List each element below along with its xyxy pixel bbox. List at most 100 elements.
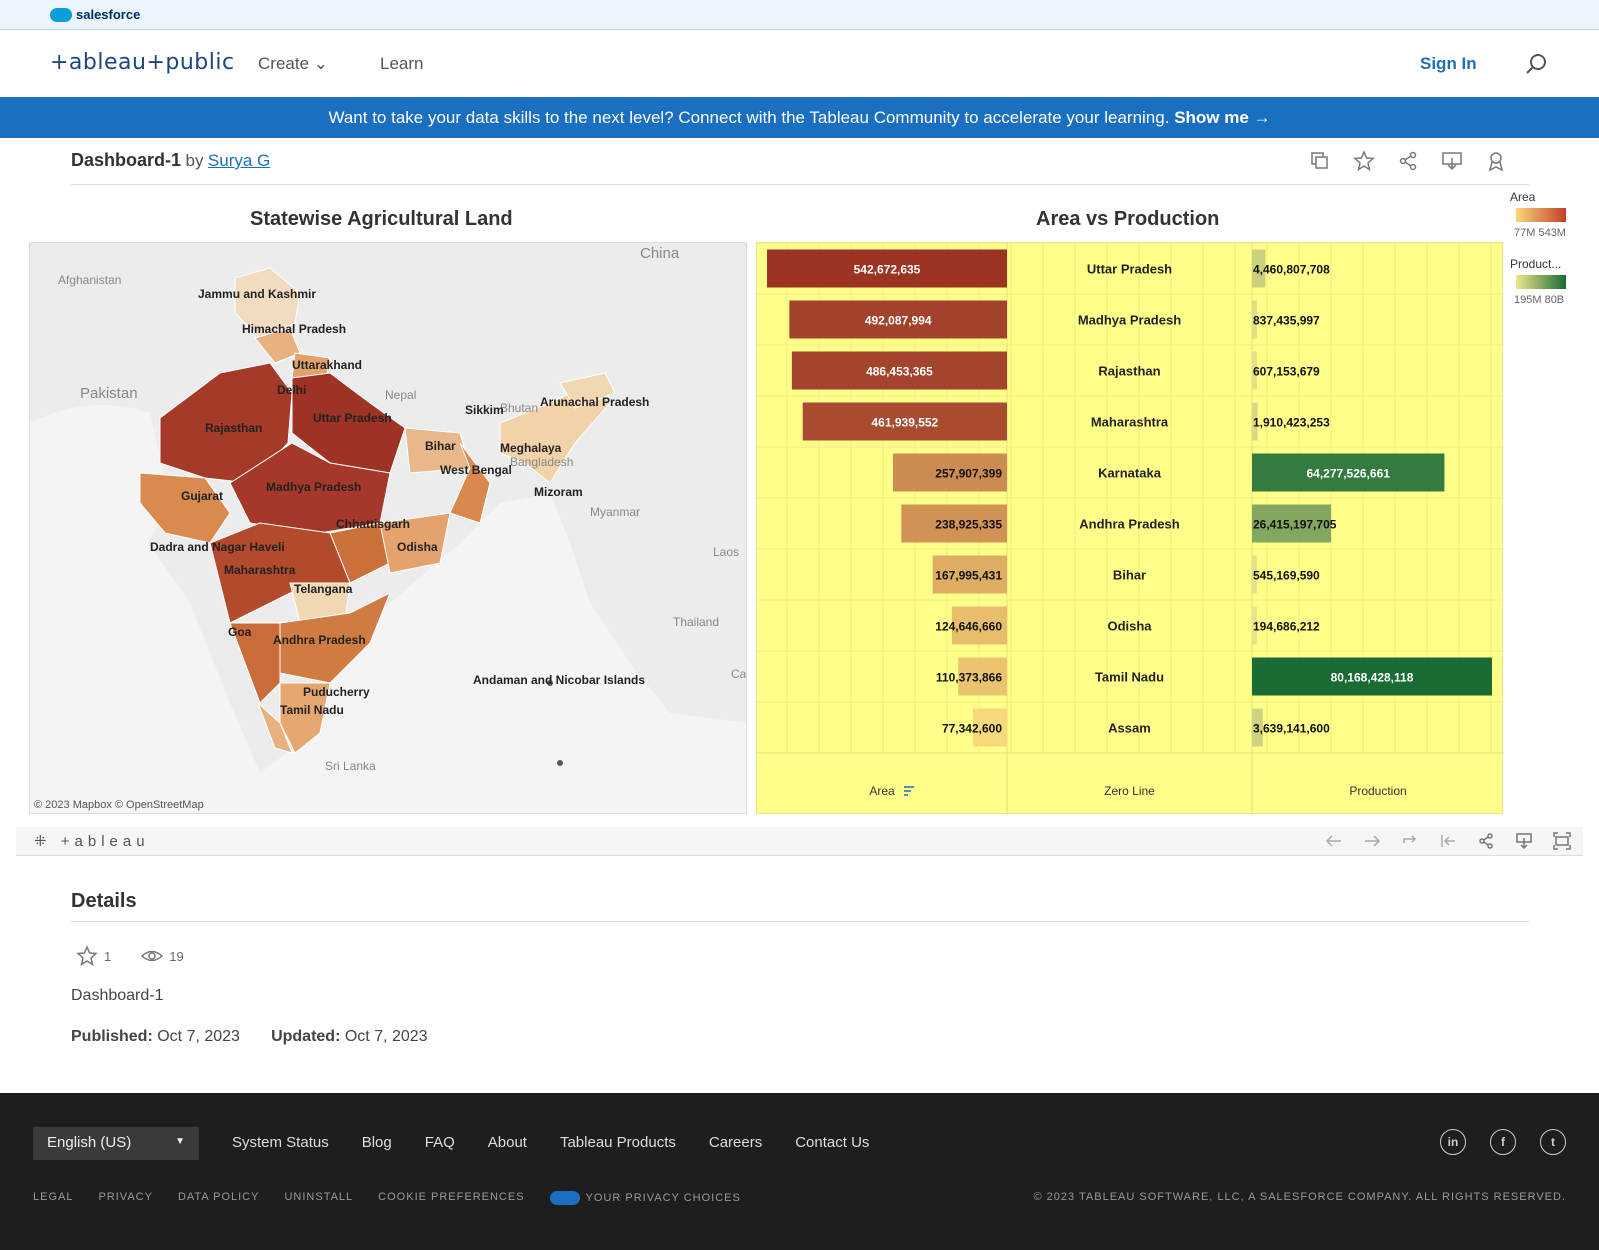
footer-link-faq[interactable]: FAQ	[425, 1134, 455, 1151]
state-label: Tamil Nadu	[280, 703, 344, 717]
uninstall-link[interactable]: UNINSTALL	[284, 1191, 353, 1205]
state-label: Maharashtra	[224, 563, 296, 577]
state-label: Madhya Pradesh	[266, 480, 362, 494]
production-value-label: 64,277,526,661	[1307, 467, 1391, 481]
category-label: Madhya Pradesh	[1078, 313, 1181, 328]
nicobar-island	[557, 760, 563, 766]
legend-prod-ramp	[1516, 275, 1566, 289]
banner-cta[interactable]: Show me →	[1174, 108, 1270, 127]
caret-down-icon: ▼	[175, 1136, 185, 1147]
category-label: Maharashtra	[1091, 415, 1169, 430]
tableau-logo-text: +ableau	[60, 833, 150, 850]
area-value-label: 542,672,635	[854, 263, 921, 277]
star-icon[interactable]	[76, 945, 98, 967]
tableau-toolbar-logo[interactable]: ⁜ +ableau	[34, 832, 150, 850]
privacy-toggle-icon	[549, 1191, 580, 1205]
area-value-label: 167,995,431	[935, 569, 1002, 583]
category-label: Bihar	[1113, 568, 1146, 583]
facebook-icon[interactable]: f	[1490, 1129, 1516, 1155]
nav-learn[interactable]: Learn	[380, 54, 423, 74]
area-value-label: 124,646,660	[935, 620, 1002, 634]
viz-stats: 1 19	[76, 945, 184, 967]
production-value-label: 4,460,807,708	[1253, 263, 1330, 277]
footer-link-system-status[interactable]: System Status	[232, 1134, 329, 1151]
country-label-afghanistan: Afghanistan	[58, 273, 122, 287]
state-label: Arunachal Pradesh	[540, 395, 650, 409]
state-label: Telangana	[294, 582, 353, 596]
india-map[interactable]: China Afghanistan Pakistan Nepal Bhutan …	[29, 242, 747, 814]
category-label: Karnataka	[1098, 466, 1162, 481]
footer-link-tableau-products[interactable]: Tableau Products	[560, 1134, 676, 1151]
published-label: Published:	[71, 1028, 153, 1045]
share-icon[interactable]	[1477, 832, 1495, 850]
sort-icon[interactable]	[904, 786, 914, 796]
legal-link[interactable]: LEGAL	[33, 1191, 73, 1205]
footer-link-blog[interactable]: Blog	[362, 1134, 392, 1151]
footer-link-about[interactable]: About	[488, 1134, 527, 1151]
language-value: English (US)	[47, 1134, 132, 1151]
salesforce-bar: salesforce	[0, 0, 1599, 30]
sign-in-link[interactable]: Sign In	[1420, 54, 1477, 74]
area-value-label: 77,342,600	[942, 722, 1002, 736]
share-icon[interactable]	[1397, 150, 1419, 172]
state-label: Mizoram	[534, 485, 583, 499]
state-label: Rajasthan	[205, 421, 263, 435]
toolbar-icons	[1325, 832, 1571, 850]
redo-icon[interactable]	[1363, 832, 1381, 850]
viz-author-link[interactable]: Surya G	[208, 151, 270, 170]
cookie-preferences-link[interactable]: COOKIE PREFERENCES	[378, 1191, 524, 1205]
state-label: Uttarakhand	[292, 358, 363, 372]
award-icon[interactable]	[1485, 150, 1507, 172]
banner-text: Want to take your data skills to the nex…	[328, 108, 1170, 127]
country-label-laos: Laos	[713, 545, 740, 559]
production-value-label: 837,435,997	[1253, 314, 1320, 328]
twitter-icon[interactable]: t	[1540, 1129, 1566, 1155]
map-title: Statewise Agricultural Land	[250, 208, 513, 230]
country-label-bhutan: Bhutan	[500, 401, 539, 415]
footer-link-careers[interactable]: Careers	[709, 1134, 762, 1151]
published-date: Oct 7, 2023	[157, 1028, 240, 1045]
copy-icon[interactable]	[1309, 150, 1331, 172]
reset-icon[interactable]	[1439, 832, 1457, 850]
state-label: Meghalaya	[500, 441, 562, 455]
privacy-link[interactable]: PRIVACY	[98, 1191, 152, 1205]
area-production-chart[interactable]: 542,672,635 Uttar Pradesh 4,460,807,708 492…	[756, 242, 1504, 815]
legal-links: LEGAL PRIVACY DATA POLICY UNINSTALL COOK…	[33, 1191, 741, 1205]
updated-label: Updated:	[271, 1028, 341, 1045]
tableau-public-logo[interactable]: +ableau+public	[50, 50, 235, 75]
footer-link-contact-us[interactable]: Contact Us	[795, 1134, 869, 1151]
chevron-down-icon: ⌄	[313, 54, 329, 73]
salesforce-logo[interactable]: salesforce	[50, 7, 140, 22]
state-label: Odisha	[397, 540, 438, 554]
legend-prod-range: 195M 80B	[1514, 294, 1565, 306]
nav-create-label: Create	[258, 54, 310, 73]
category-label: Andhra Pradesh	[1079, 517, 1179, 532]
production-value-label: 80,168,428,118	[1331, 671, 1414, 685]
revert-icon[interactable]	[1401, 832, 1419, 850]
country-label-china: China	[640, 245, 680, 262]
linkedin-icon[interactable]: in	[1440, 1129, 1466, 1155]
production-value-label: 545,169,590	[1253, 569, 1320, 583]
site-footer: English (US) ▼ System Status Blog FAQ Ab…	[0, 1093, 1599, 1250]
area-value-label: 257,907,399	[935, 467, 1002, 481]
production-value-label: 194,686,212	[1253, 620, 1320, 634]
nav-create[interactable]: Create ⌄	[258, 54, 328, 74]
state-label: Uttar Pradesh	[313, 411, 392, 425]
viz-title-row: Dashboard-1 by Surya G	[71, 150, 1529, 185]
category-label: Rajasthan	[1098, 364, 1160, 379]
production-value-label: 1,910,423,253	[1253, 416, 1330, 430]
state-label: Bihar	[425, 439, 456, 453]
state-label: Andaman and Nicobar Islands	[473, 673, 646, 687]
legend-area-ramp	[1516, 208, 1566, 222]
language-select[interactable]: English (US) ▼	[33, 1127, 199, 1160]
production-value-label: 607,153,679	[1253, 365, 1320, 379]
search-icon[interactable]	[1524, 52, 1548, 76]
download-icon[interactable]	[1441, 150, 1463, 172]
undo-icon[interactable]	[1325, 832, 1343, 850]
fullscreen-icon[interactable]	[1553, 832, 1571, 850]
download-icon[interactable]	[1515, 832, 1533, 850]
data-policy-link[interactable]: DATA POLICY	[178, 1191, 260, 1205]
privacy-choices-label: YOUR PRIVACY CHOICES	[585, 1191, 741, 1204]
privacy-choices-link[interactable]: YOUR PRIVACY CHOICES	[549, 1191, 741, 1205]
star-icon[interactable]	[1353, 150, 1375, 172]
